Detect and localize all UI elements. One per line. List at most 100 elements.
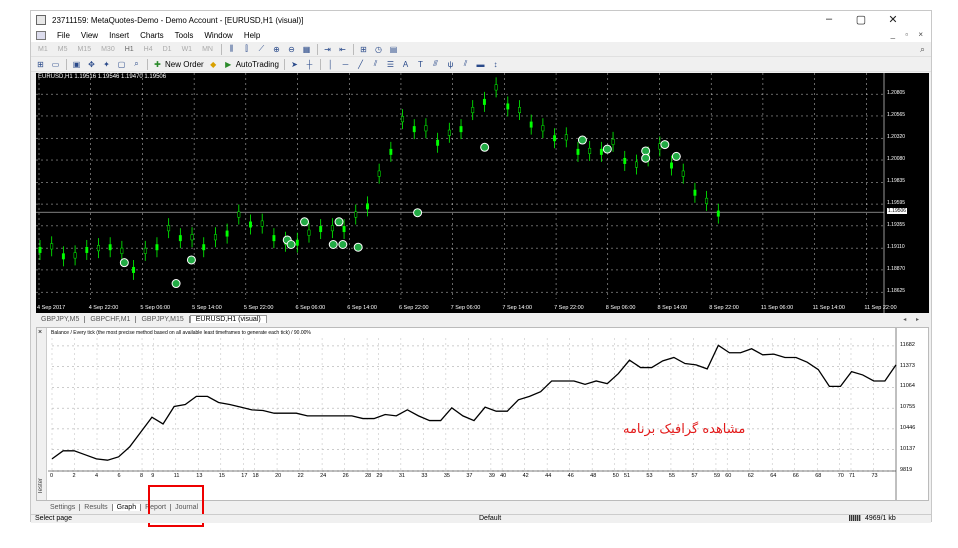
maximize-button[interactable]: ▢ (853, 13, 869, 26)
fibonacci-icon[interactable]: ☰ (385, 59, 396, 70)
graph-x-tick: 42 (522, 473, 529, 479)
rectangle-icon[interactable]: ▬ (475, 59, 486, 70)
candle-body (447, 129, 451, 136)
text-icon[interactable]: A (400, 59, 411, 70)
zoom-out-icon[interactable]: ⊖ (286, 44, 297, 55)
trade-marker[interactable] (334, 217, 344, 227)
trade-marker[interactable] (413, 208, 423, 218)
periods-icon[interactable]: ◷ (373, 44, 384, 55)
indicators-icon[interactable]: ⊞ (358, 44, 369, 55)
menu-charts[interactable]: Charts (140, 31, 164, 40)
status-text: Select page (35, 515, 72, 522)
price-tick: 1.19110 (887, 244, 905, 251)
tab-gbpjpy-m15[interactable]: GBPJPY,M15 (136, 315, 190, 323)
autotrading-button[interactable]: AutoTrading (236, 60, 279, 69)
menu-insert[interactable]: Insert (109, 31, 129, 40)
strategy-tester-icon[interactable]: ⌕ (131, 59, 142, 70)
time-tick: 5 Sep 14:00 (192, 305, 222, 311)
graph-x-tick: 4 (95, 473, 99, 479)
arrows-icon[interactable]: ↕ (490, 59, 501, 70)
mdi-controls[interactable]: _ ▫ × (891, 30, 927, 39)
minimize-button[interactable]: – (821, 13, 837, 25)
menu-view[interactable]: View (81, 31, 98, 40)
tf-w1[interactable]: W1 (179, 45, 196, 54)
crosshair-icon[interactable]: ┼ (304, 59, 315, 70)
trade-marker[interactable] (577, 135, 587, 145)
trade-marker[interactable] (660, 140, 670, 150)
price-tick: 1.18625 (887, 288, 906, 295)
zoom-in-icon[interactable]: ⊕ (271, 44, 282, 55)
graph-x-tick: 68 (815, 473, 822, 479)
tf-m30[interactable]: M30 (98, 45, 118, 54)
metaeditor-icon[interactable]: ◆ (208, 59, 219, 70)
cursor-icon[interactable]: ➤ (289, 59, 300, 70)
equidistant-icon[interactable]: ⫽ (460, 59, 471, 70)
navigator-icon[interactable]: ✦ (101, 59, 112, 70)
menu-window[interactable]: Window (204, 31, 232, 40)
trendline-icon[interactable]: ╱ (355, 59, 366, 70)
price-tick: 1.20320 (887, 134, 906, 141)
trade-marker[interactable] (641, 153, 651, 163)
candle-body (167, 225, 171, 232)
horizontal-line-icon[interactable]: ─ (340, 59, 351, 70)
trade-marker[interactable] (171, 279, 181, 289)
tf-m15[interactable]: M15 (74, 45, 94, 54)
menu-tools[interactable]: Tools (175, 31, 194, 40)
channel-icon[interactable]: ⫽ (370, 59, 381, 70)
menu-help[interactable]: Help (244, 31, 260, 40)
text-label-icon[interactable]: T (415, 59, 426, 70)
trade-marker[interactable] (300, 217, 309, 227)
templates-icon[interactable]: ▤ (388, 44, 399, 55)
profiles-icon[interactable]: ▭ (50, 59, 61, 70)
chart-shift-icon[interactable]: ⇤ (337, 44, 348, 55)
price-chart[interactable]: EURUSD,H1 1.19516 1.19546 1.19470 1.1950… (36, 73, 929, 313)
tf-h4[interactable]: H4 (141, 45, 156, 54)
tab-eurusd-h1-visual[interactable]: EURUSD,H1 (visual) (189, 315, 267, 323)
pitchfork-icon[interactable]: ψ (445, 59, 456, 70)
tf-d1[interactable]: D1 (160, 45, 175, 54)
market-watch-icon[interactable]: ▣ (71, 59, 82, 70)
tab-graph[interactable]: Graph (112, 503, 142, 511)
menu-bar: File View Insert Charts Tools Window Hel… (31, 29, 931, 42)
gann-icon[interactable]: ⫻ (430, 59, 441, 70)
tf-mn[interactable]: MN (199, 45, 216, 54)
tab-gbpjpy-m5[interactable]: GBPJPY,M5 (36, 315, 86, 323)
trade-marker[interactable] (602, 144, 612, 154)
trade-marker[interactable] (480, 142, 490, 152)
tf-m1[interactable]: M1 (35, 45, 51, 54)
trade-marker[interactable] (328, 240, 338, 249)
tab-results[interactable]: Results (80, 503, 113, 511)
trade-marker[interactable] (119, 258, 129, 268)
tab-gbpchf-m1[interactable]: GBPCHF,M1 (85, 315, 137, 323)
search-icon[interactable]: ⌕ (920, 44, 925, 55)
trade-marker[interactable] (671, 151, 681, 161)
separator (147, 58, 148, 70)
line-chart-icon[interactable]: ⟋ (256, 44, 267, 55)
trade-marker[interactable] (353, 242, 363, 252)
trade-marker[interactable] (338, 240, 348, 249)
data-window-icon[interactable]: ✥ (86, 59, 97, 70)
tf-h1[interactable]: H1 (122, 45, 137, 54)
tile-windows-icon[interactable]: ▦ (301, 44, 312, 55)
trade-marker[interactable] (286, 240, 296, 249)
candle-body (319, 226, 323, 233)
tab-scroll-arrows[interactable]: ◂ ▸ (903, 316, 923, 323)
graph-x-tick: 73 (871, 473, 878, 479)
vertical-line-icon[interactable]: │ (325, 59, 336, 70)
trade-marker[interactable] (186, 255, 196, 265)
candle-body (623, 157, 627, 164)
price-tick: 1.20565 (887, 111, 906, 118)
tester-close-button[interactable]: × (38, 329, 42, 336)
tab-settings[interactable]: Settings (46, 503, 81, 511)
new-chart-icon[interactable]: ⊞ (35, 59, 46, 70)
time-tick: 8 Sep 14:00 (657, 305, 688, 311)
autoscroll-icon[interactable]: ⇥ (322, 44, 333, 55)
candle-chart-icon[interactable]: ⫿ (241, 44, 252, 55)
close-button[interactable]: ✕ (885, 13, 901, 26)
new-order-button[interactable]: New Order (165, 60, 204, 69)
terminal-icon[interactable]: ▢ (116, 59, 127, 70)
menu-file[interactable]: File (57, 31, 70, 40)
status-traffic: 4969/1 kb (865, 515, 896, 522)
tf-m5[interactable]: M5 (55, 45, 71, 54)
bar-chart-icon[interactable]: ⫼ (226, 44, 237, 55)
